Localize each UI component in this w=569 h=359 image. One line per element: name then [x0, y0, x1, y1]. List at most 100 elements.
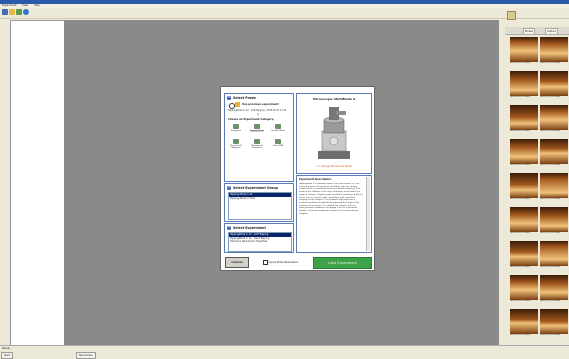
microscope-title: Microscope: MultiMode 8: [312, 97, 356, 101]
tab-capture[interactable]: Capture: [545, 28, 558, 35]
tab-browse[interactable]: Browse: [523, 28, 535, 35]
thumbnail-caption: TAPPING MODE IMAGE: [540, 164, 561, 166]
afm-image-thumbnail[interactable]: TAPPING MODE IMAGE: [540, 105, 568, 134]
thumbnail-image: [510, 309, 538, 334]
step-number-2: 2: [227, 186, 231, 190]
mode-tapping[interactable]: Tapping Mode: [250, 124, 264, 132]
mode-mechanical[interactable]: Mechanical Properties: [250, 139, 264, 149]
afm-image-thumbnail[interactable]: TAPPING MODE IMAGE: [540, 173, 568, 202]
previous-experiment-detail: TappingMode in Air - Soft Tapping - 2025…: [228, 109, 287, 112]
thumbnail-caption: TAPPING MODE IMAGE: [510, 232, 531, 234]
experiment-dialog: 1 Select Probe Use previous experiment T…: [220, 86, 375, 271]
list-item[interactable]: Harmonix Nanomech. Properties: [229, 240, 291, 244]
mode-scanasyst[interactable]: Scanasyst: [229, 124, 243, 132]
afm-image-thumbnail[interactable]: TAPPING MODE IMAGE: [510, 105, 538, 134]
thumbnail-caption: TAPPING MODE IMAGE: [540, 96, 561, 98]
afm-image-thumbnail[interactable]: TAPPING MODE IMAGE: [540, 275, 568, 304]
afm-image-thumbnail[interactable]: TAPPING MODE IMAGE: [540, 207, 568, 236]
list-item[interactable]: Tapping Mode in Fluid: [229, 197, 291, 201]
experiment-group-pane: 2 Select Experiment Group Tapping Mode i…: [224, 183, 294, 222]
thumbnail-caption: TAPPING MODE IMAGE: [510, 62, 531, 64]
mode-electrical[interactable]: Electrical & Magnetic: [229, 139, 243, 149]
right-panel-tabs: Browse Capture: [505, 27, 569, 35]
thumbnail-caption: TAPPING MODE IMAGE: [510, 266, 531, 268]
menu-view[interactable]: View: [22, 4, 28, 7]
thumbnail-image: [510, 173, 538, 198]
thumbnail-image: [510, 71, 538, 96]
thumbnail-image: [540, 71, 568, 96]
pointer-icon[interactable]: [2, 9, 8, 15]
afm-image-thumbnail[interactable]: TAPPING MODE IMAGE: [540, 71, 568, 100]
thumbnail-caption: TAPPING MODE IMAGE: [510, 198, 531, 200]
afm-image-thumbnail[interactable]: TAPPING MODE IMAGE: [510, 207, 538, 236]
experiment-group-list[interactable]: Tapping Mode in Air Tapping Mode in Flui…: [228, 192, 292, 220]
thumbnail-image: [510, 105, 538, 130]
mode-contact[interactable]: Contact Mode: [271, 124, 285, 132]
contact-icon: [275, 124, 281, 129]
menu-experiment[interactable]: Experiment: [2, 4, 16, 7]
thumbnail-caption: TAPPING MODE IMAGE: [540, 334, 561, 336]
change-microscope-link[interactable]: << Change Microscope Setup: [297, 165, 371, 168]
experiment-title: Select Experiment: [233, 226, 266, 230]
folder-icon[interactable]: [9, 9, 15, 15]
select-probe-pane: 1 Select Probe Use previous experiment T…: [224, 93, 294, 182]
afm-image-thumbnail[interactable]: TAPPING MODE IMAGE: [510, 139, 538, 168]
thumbnail-image: [540, 173, 568, 198]
thumbnail-image: [510, 139, 538, 164]
thumbnail-image: [540, 207, 568, 232]
thumbnail-caption: TAPPING MODE IMAGE: [540, 198, 561, 200]
load-experiment-button[interactable]: Load Experiment: [313, 257, 372, 269]
thumbnail-caption: TAPPING MODE IMAGE: [510, 334, 531, 336]
experiment-list[interactable]: TappingMode in Air - Soft Tapping Tappin…: [228, 232, 292, 252]
microscope-pane: Microscope: MultiMode 8 << Change Micros…: [296, 93, 372, 174]
afm-image-thumbnail[interactable]: TAPPING MODE IMAGE: [540, 309, 568, 338]
thumbnail-caption: TAPPING MODE IMAGE: [540, 62, 561, 64]
menu-help[interactable]: Help: [34, 4, 40, 7]
thumbnail-grid: TAPPING MODE IMAGE TAPPING MODE IMAGE TAPP…: [510, 37, 569, 343]
thumbnail-caption: TAPPING MODE IMAGE: [510, 300, 531, 302]
thumbnail-caption: TAPPING MODE IMAGE: [540, 300, 561, 302]
cancel-button[interactable]: Cancel: [225, 257, 249, 268]
afm-image-thumbnail[interactable]: TAPPING MODE IMAGE: [510, 37, 538, 66]
checkbox-icon: [263, 260, 268, 265]
description-scrollbar[interactable]: [366, 177, 370, 251]
help-icon[interactable]: [23, 9, 29, 15]
home-icon[interactable]: [16, 9, 22, 15]
description-text: TappingMode is a standard mode in our Mi…: [299, 183, 363, 215]
select-probe-title: Select Probe: [233, 96, 256, 100]
category-title: Choose an Experiment Category:: [228, 118, 275, 121]
afm-image-thumbnail[interactable]: TAPPING MODE IMAGE: [540, 37, 568, 66]
use-previous-label[interactable]: Use previous experiment: [242, 103, 279, 106]
load-experiment-label: Load Experiment: [328, 261, 357, 265]
thumbnail-image: [510, 207, 538, 232]
thumbnail-caption: TAPPING MODE IMAGE: [510, 164, 531, 166]
microscope-image: [318, 107, 350, 159]
afm-image-thumbnail[interactable]: TAPPING MODE IMAGE: [540, 241, 568, 270]
thumbnail-caption: TAPPING MODE IMAGE: [540, 232, 561, 234]
thumbnail-image: [540, 139, 568, 164]
afm-image-thumbnail[interactable]: TAPPING MODE IMAGE: [540, 139, 568, 168]
folder-icon: [235, 102, 240, 107]
afm-image-thumbnail[interactable]: TAPPING MODE IMAGE: [510, 173, 538, 202]
thumbnail-caption: TAPPING MODE IMAGE: [540, 266, 561, 268]
or-divider: or: [257, 113, 260, 116]
description-title: Experiment Description:: [299, 178, 332, 181]
afm-image-thumbnail[interactable]: TAPPING MODE IMAGE: [510, 275, 538, 304]
afm-image-thumbnail[interactable]: TAPPING MODE IMAGE: [510, 241, 538, 270]
mechanical-icon: [254, 139, 260, 144]
thumbnail-caption: TAPPING MODE IMAGE: [510, 130, 531, 132]
thumbnail-image: [540, 241, 568, 266]
experiment-group-title: Select Experiment Group: [233, 186, 278, 190]
ignore-probe-checkbox[interactable]: Ignore Probe Parameters: [263, 260, 298, 265]
thumbnail-image: [540, 275, 568, 300]
left-panel: [10, 20, 65, 347]
thumbnail-image: [510, 241, 538, 266]
other-spm-icon: [275, 139, 281, 144]
tapping-icon: [254, 124, 260, 129]
thumbnail-image: [540, 105, 568, 130]
mode-other-spm[interactable]: Other SPM: [271, 139, 285, 147]
afm-image-thumbnail[interactable]: TAPPING MODE IMAGE: [510, 309, 538, 338]
afm-image-thumbnail[interactable]: TAPPING MODE IMAGE: [510, 71, 538, 100]
thumbnail-caption: TAPPING MODE IMAGE: [510, 96, 531, 98]
panel-settings-icon[interactable]: [507, 11, 516, 20]
